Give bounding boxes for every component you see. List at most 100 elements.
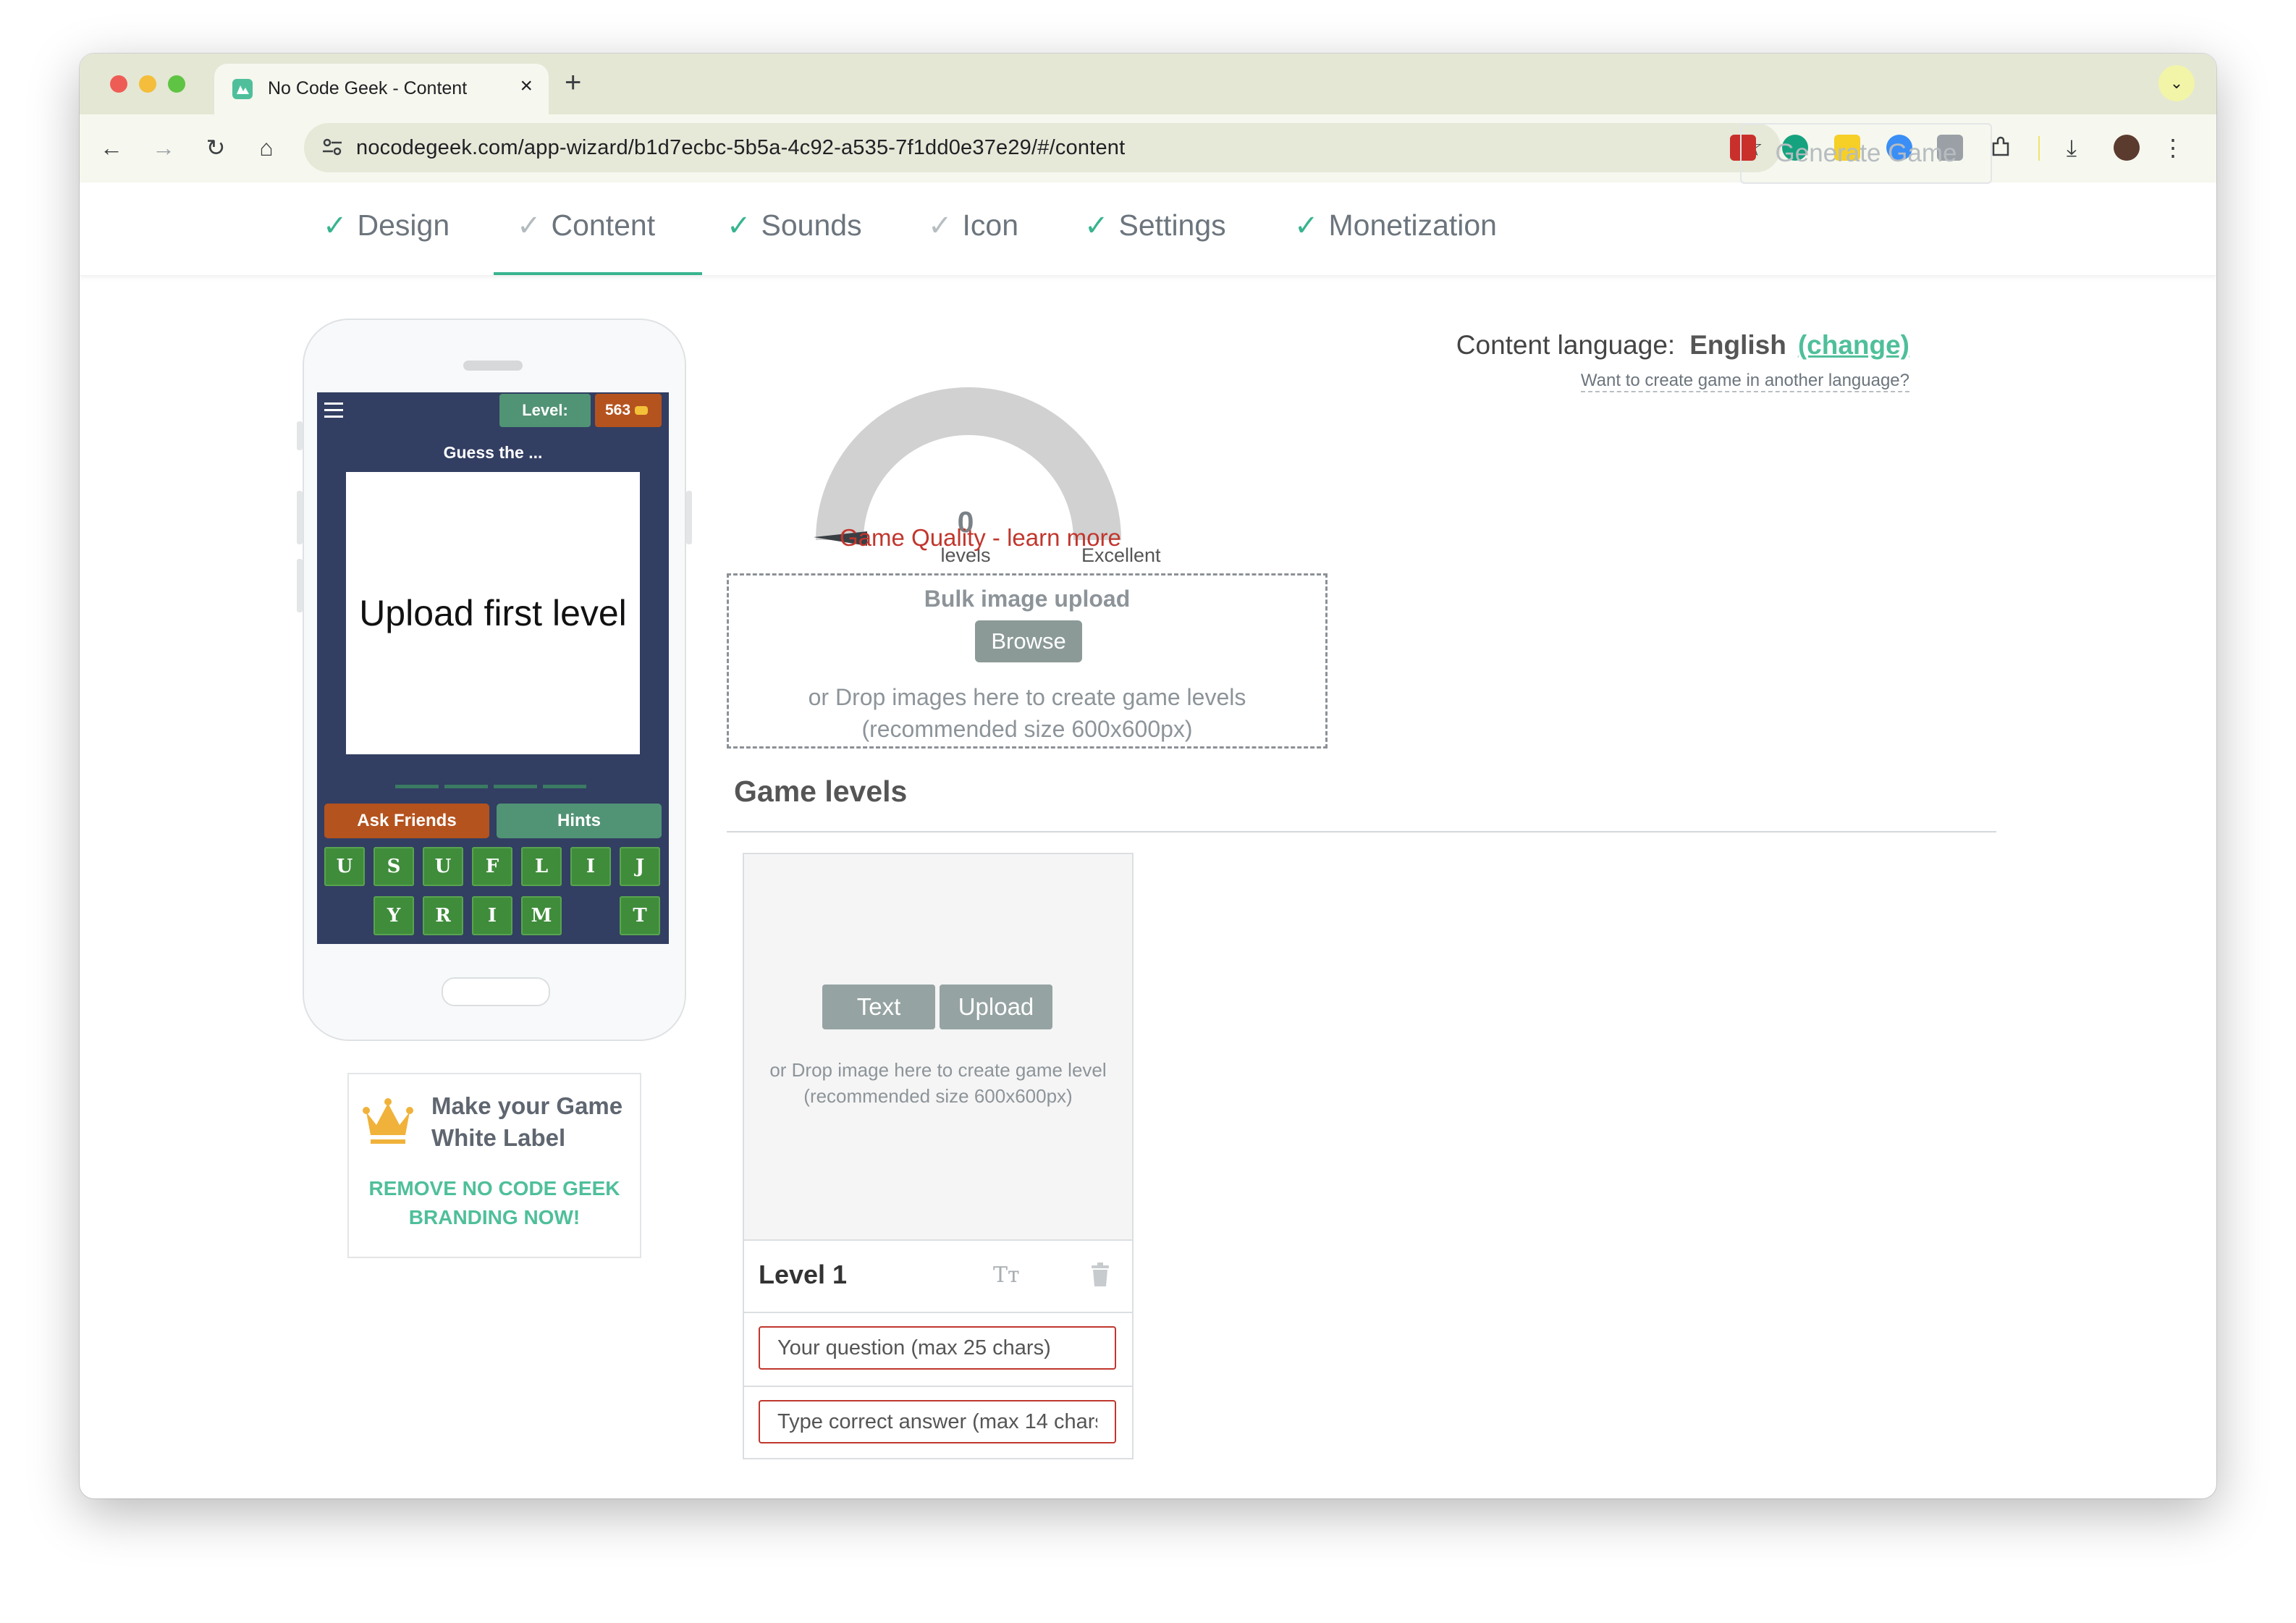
bulk-upload-hint: or Drop images here to create game level…: [729, 681, 1325, 745]
answer-slot: [543, 785, 586, 788]
content-language: Content language: English (change): [1456, 330, 1909, 361]
divider: [727, 831, 1996, 832]
tab-icon[interactable]: ✓ Icon: [928, 208, 1018, 243]
browser-window: No Code Geek - Content × + ⌄ ← → ↻ ⌂ noc…: [80, 54, 2216, 1498]
level-name: Level 1: [759, 1260, 848, 1289]
profile-avatar[interactable]: [2114, 135, 2140, 161]
tab-title: No Code Geek - Content: [268, 78, 468, 98]
active-tab-indicator: [494, 272, 702, 275]
forward-icon[interactable]: →: [148, 132, 180, 164]
nocodegeek-favicon-icon: [232, 79, 253, 99]
coin-counter: 563: [595, 394, 662, 427]
check-icon: ✓: [517, 210, 541, 242]
check-icon: ✓: [928, 210, 953, 242]
home-icon[interactable]: ⌂: [250, 132, 282, 164]
new-tab-button[interactable]: +: [565, 67, 581, 99]
upload-first-level-text: Upload first level: [359, 593, 627, 633]
answer-input[interactable]: [759, 1400, 1116, 1443]
tab-sounds[interactable]: ✓ Sounds: [727, 208, 862, 243]
phone-home-button: [442, 977, 550, 1006]
level-image-placeholder: Upload first level: [346, 472, 640, 754]
check-icon: ✓: [1084, 210, 1109, 242]
wizard-nav: ✓ Design ✓ Content ✓ Sounds ✓ Icon ✓ Settings…: [80, 182, 2216, 275]
level-indicator: Level:: [499, 394, 591, 427]
tab-label: Sounds: [761, 208, 862, 242]
browser-tab[interactable]: No Code Geek - Content ×: [214, 64, 549, 114]
language-value: English: [1689, 330, 1786, 360]
tab-label: Content: [551, 208, 656, 242]
crown-icon: [363, 1098, 413, 1144]
browser-menu-icon[interactable]: ⋮: [2157, 132, 2189, 164]
phone-speaker: [463, 361, 523, 371]
phone-side-button: [686, 491, 692, 544]
answer-slot: [494, 785, 537, 788]
game-screen: Level: 563 Guess the ... Upload first le…: [317, 392, 669, 944]
level-drop-hint: or Drop image here to create game level …: [744, 1057, 1132, 1109]
hints-button: Hints: [497, 804, 662, 838]
language-label: Content language:: [1456, 330, 1676, 360]
phone-side-button: [297, 421, 303, 450]
letter-tile: M: [521, 896, 562, 935]
letter-tile: Y: [373, 896, 414, 935]
check-icon: ✓: [1294, 210, 1319, 242]
letter-tile: S: [373, 847, 414, 886]
answer-row: [744, 1387, 1132, 1459]
site-settings-icon[interactable]: [320, 135, 345, 159]
answer-slot: [395, 785, 439, 788]
coin-count: 563: [605, 402, 631, 418]
remove-branding-link[interactable]: REMOVE NO CODE GEEK BRANDING NOW!: [349, 1174, 640, 1232]
phone-side-button: [297, 491, 303, 544]
reload-icon[interactable]: ↻: [200, 132, 232, 164]
tab-bar: No Code Geek - Content × + ⌄: [80, 54, 2216, 114]
download-icon[interactable]: ⤓: [2056, 132, 2088, 164]
question-input[interactable]: [759, 1326, 1116, 1370]
phone-side-button: [297, 559, 303, 612]
game-levels-heading: Game levels: [734, 775, 908, 808]
level-drop-line: or Drop image here to create game level: [769, 1059, 1107, 1081]
text-style-icon[interactable]: Tт: [993, 1262, 1020, 1288]
address-bar[interactable]: nocodegeek.com/app-wizard/b1d7ecbc-5b5a-…: [304, 123, 1781, 172]
white-label-card[interactable]: Make your Game White Label REMOVE NO COD…: [347, 1073, 641, 1258]
phone-preview: Level: 563 Guess the ... Upload first le…: [297, 319, 692, 1041]
back-icon[interactable]: ←: [96, 132, 127, 164]
tab-label: Settings: [1118, 208, 1226, 242]
answer-slot: [444, 785, 488, 788]
change-language-link[interactable]: (change): [1798, 330, 1909, 360]
tab-search-dropdown-icon[interactable]: ⌄: [2158, 65, 2195, 101]
url-text: nocodegeek.com/app-wizard/b1d7ecbc-5b5a-…: [356, 136, 1126, 159]
tab-content[interactable]: ✓ Content: [517, 208, 655, 243]
minimize-window-button[interactable]: [139, 75, 156, 93]
maximize-window-button[interactable]: [168, 75, 185, 93]
tab-monetization[interactable]: ✓ Monetization: [1294, 208, 1497, 243]
letter-tile: T: [620, 896, 660, 935]
bulk-hint-size: (recommended size 600x600px): [861, 716, 1193, 742]
tab-close-icon[interactable]: ×: [520, 74, 533, 98]
generate-game-button[interactable]: Generate Game: [1740, 123, 1992, 184]
bulk-upload-dropzone[interactable]: Bulk image upload Browse or Drop images …: [727, 573, 1328, 749]
text-level-button[interactable]: Text: [822, 985, 935, 1029]
browse-button[interactable]: Browse: [975, 620, 1082, 662]
tab-label: Design: [357, 208, 450, 242]
coin-icon: [635, 406, 649, 416]
close-window-button[interactable]: [110, 75, 127, 93]
tab-label: Icon: [962, 208, 1019, 242]
hamburger-menu-icon: [324, 402, 343, 422]
letter-tile: U: [324, 847, 365, 886]
bulk-hint-line: or Drop images here to create game level…: [808, 684, 1246, 710]
delete-level-icon[interactable]: [1090, 1262, 1110, 1287]
bulk-upload-title: Bulk image upload: [924, 586, 1131, 612]
question-text: Guess the ...: [443, 443, 543, 462]
question-row: [744, 1313, 1132, 1387]
game-quality-link[interactable]: Game Quality - learn more: [840, 524, 1121, 552]
check-icon: ✓: [727, 210, 751, 242]
tab-settings[interactable]: ✓ Settings: [1084, 208, 1226, 243]
tab-design[interactable]: ✓ Design: [323, 208, 450, 243]
upload-level-button[interactable]: Upload: [940, 985, 1052, 1029]
level-image-dropzone[interactable]: Text Upload or Drop image here to create…: [744, 854, 1132, 1241]
white-label-title: Make your Game White Label: [431, 1092, 623, 1151]
level-header: Level 1 Tт: [744, 1241, 1132, 1313]
letter-tile: F: [472, 847, 512, 886]
letter-tile: I: [472, 896, 512, 935]
other-language-link[interactable]: Want to create game in another language?: [1580, 371, 1909, 392]
ask-friends-button: Ask Friends: [324, 804, 489, 838]
